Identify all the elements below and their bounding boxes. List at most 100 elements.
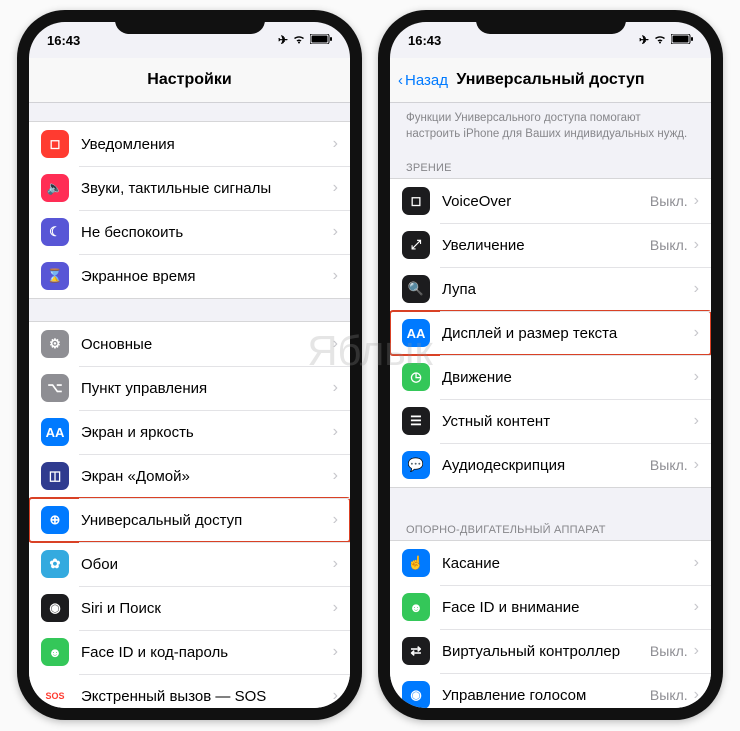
row-spoken[interactable]: ☰ Устный контент› — [390, 399, 711, 443]
chevron-right-icon: › — [333, 267, 338, 285]
row-dnd[interactable]: ☾Не беспокоить› — [29, 210, 350, 254]
magnifier-icon: 🔍 — [402, 275, 430, 303]
spoken-icon: ☰ — [402, 407, 430, 435]
switch-control-icon: ⇄ — [402, 637, 430, 665]
row-voiceover[interactable]: ◻︎VoiceOverВыкл.› — [390, 179, 711, 223]
sos-icon: SOS — [41, 682, 69, 708]
chevron-right-icon: › — [333, 599, 338, 617]
row-sos[interactable]: SOSЭкстренный вызов — SOS› — [29, 674, 350, 708]
row-label: Face ID и код-пароль — [81, 644, 333, 661]
row-sounds[interactable]: 🔈Звуки, тактильные сигналы› — [29, 166, 350, 210]
chevron-right-icon: › — [333, 335, 338, 353]
chevron-right-icon: › — [333, 223, 338, 241]
row-faceid[interactable]: ☻ Face ID и код-пароль› — [29, 630, 350, 674]
row-accessibility[interactable]: ⊕ Универсальный доступ› — [29, 498, 350, 542]
faceid-icon: ☻ — [41, 638, 69, 666]
row-magnifier[interactable]: 🔍 Лупа› — [390, 267, 711, 311]
chevron-right-icon: › — [694, 412, 699, 430]
row-label: Дисплей и размер текста — [442, 325, 694, 342]
row-label: Уведомления — [81, 136, 333, 153]
row-label: Виртуальный контроллер — [442, 643, 650, 660]
chevron-right-icon: › — [333, 555, 338, 573]
row-audiodesc[interactable]: 💬АудиодескрипцияВыкл.› — [390, 443, 711, 487]
chevron-right-icon: › — [333, 511, 338, 529]
row-label: Face ID и внимание — [442, 599, 694, 616]
settings-group: ⚙Основные›⌥Пункт управления›AAЭкран и яр… — [29, 321, 350, 708]
row-notifications[interactable]: ◻︎ Уведомления› — [29, 122, 350, 166]
row-motion[interactable]: ◷Движение› — [390, 355, 711, 399]
row-display-text[interactable]: AA Дисплей и размер текста› — [390, 311, 711, 355]
row-zoom[interactable]: ⤢УвеличениеВыкл.› — [390, 223, 711, 267]
accessibility-icon: ⊕ — [41, 506, 69, 534]
notch — [115, 10, 265, 34]
row-label: Экстренный вызов — SOS — [81, 688, 333, 705]
section-header: ОПОРНО-ДВИГАТЕЛЬНЫЙ АППАРАТ — [390, 510, 711, 540]
touch-icon: ☝ — [402, 549, 430, 577]
content-left[interactable]: ◻︎Уведомления›🔈Звуки, тактильные сигналы… — [29, 103, 350, 708]
row-label: Обои — [81, 556, 333, 573]
display-text-icon: AA — [402, 319, 430, 347]
row-label: Касание — [442, 555, 694, 572]
chevron-right-icon: › — [694, 368, 699, 386]
row-label: VoiceOver — [442, 193, 650, 210]
row-label: Управление голосом — [442, 687, 650, 704]
chevron-right-icon: › — [333, 379, 338, 397]
wallpaper-icon: ✿ — [41, 550, 69, 578]
airplane-icon: ✈︎ — [639, 33, 649, 47]
row-label: Универсальный доступ — [81, 512, 333, 529]
chevron-right-icon: › — [694, 456, 699, 474]
chevron-right-icon: › — [333, 423, 338, 441]
wifi-icon — [653, 33, 667, 47]
settings-group: ☝Касание›☻Face ID и внимание›⇄Виртуальны… — [390, 540, 711, 708]
row-label: Устный контент — [442, 413, 694, 430]
row-label: Увеличение — [442, 237, 650, 254]
chevron-right-icon: › — [694, 192, 699, 210]
zoom-icon: ⤢ — [402, 231, 430, 259]
chevron-right-icon: › — [333, 179, 338, 197]
row-touch[interactable]: ☝Касание› — [390, 541, 711, 585]
row-switch-control[interactable]: ⇄ Виртуальный контроллерВыкл. › — [390, 629, 711, 673]
chevron-right-icon: › — [333, 135, 338, 153]
row-face-attention[interactable]: ☻Face ID и внимание› — [390, 585, 711, 629]
phone-left: 16:43 ✈︎ Настройки ◻︎Уведомления›🔈Звуки,… — [17, 10, 362, 720]
chevron-right-icon: › — [694, 324, 699, 342]
row-voice-control[interactable]: ◉Управление голосомВыкл.› — [390, 673, 711, 708]
content-right[interactable]: Функции Универсального доступа помогают … — [390, 103, 711, 708]
row-label: Звуки, тактильные сигналы — [81, 180, 333, 197]
status-icons: ✈︎ — [278, 33, 332, 47]
row-label: Экранное время — [81, 268, 333, 285]
row-siri[interactable]: ◉Siri и Поиск› — [29, 586, 350, 630]
status-time: 16:43 — [47, 33, 80, 48]
settings-group: ◻︎VoiceOverВыкл.›⤢УвеличениеВыкл.›🔍Лупа›… — [390, 178, 711, 488]
row-screentime[interactable]: ⌛Экранное время› — [29, 254, 350, 298]
row-detail: Выкл. — [650, 237, 688, 253]
voice-control-icon: ◉ — [402, 681, 430, 708]
status-time: 16:43 — [408, 33, 441, 48]
chevron-right-icon: › — [694, 280, 699, 298]
display-icon: AA — [41, 418, 69, 446]
chevron-right-icon: › — [694, 642, 699, 660]
wifi-icon — [292, 33, 306, 47]
row-wallpaper[interactable]: ✿ Обои› — [29, 542, 350, 586]
settings-group: ◻︎Уведомления›🔈Звуки, тактильные сигналы… — [29, 121, 350, 299]
row-home-screen[interactable]: ◫Экран «Домой»› — [29, 454, 350, 498]
navbar-right: ‹ Назад Универсальный доступ — [390, 58, 711, 103]
row-detail: Выкл. — [650, 643, 688, 659]
intro-text: Функции Универсального доступа помогают … — [390, 103, 711, 148]
row-label: Лупа — [442, 281, 694, 298]
general-icon: ⚙ — [41, 330, 69, 358]
chevron-right-icon: › — [333, 643, 338, 661]
page-title: Универсальный доступ — [390, 71, 711, 89]
battery-icon — [671, 33, 693, 47]
row-label: Экран и яркость — [81, 424, 333, 441]
row-label: Аудиодескрипция — [442, 457, 650, 474]
row-control-center[interactable]: ⌥Пункт управления› — [29, 366, 350, 410]
chevron-right-icon: › — [694, 598, 699, 616]
audiodesc-icon: 💬 — [402, 451, 430, 479]
row-label: Основные — [81, 336, 333, 353]
row-label: Siri и Поиск — [81, 600, 333, 617]
row-display[interactable]: AA Экран и яркость› — [29, 410, 350, 454]
notifications-icon: ◻︎ — [41, 130, 69, 158]
row-general[interactable]: ⚙ Основные› — [29, 322, 350, 366]
row-label: Движение — [442, 369, 694, 386]
